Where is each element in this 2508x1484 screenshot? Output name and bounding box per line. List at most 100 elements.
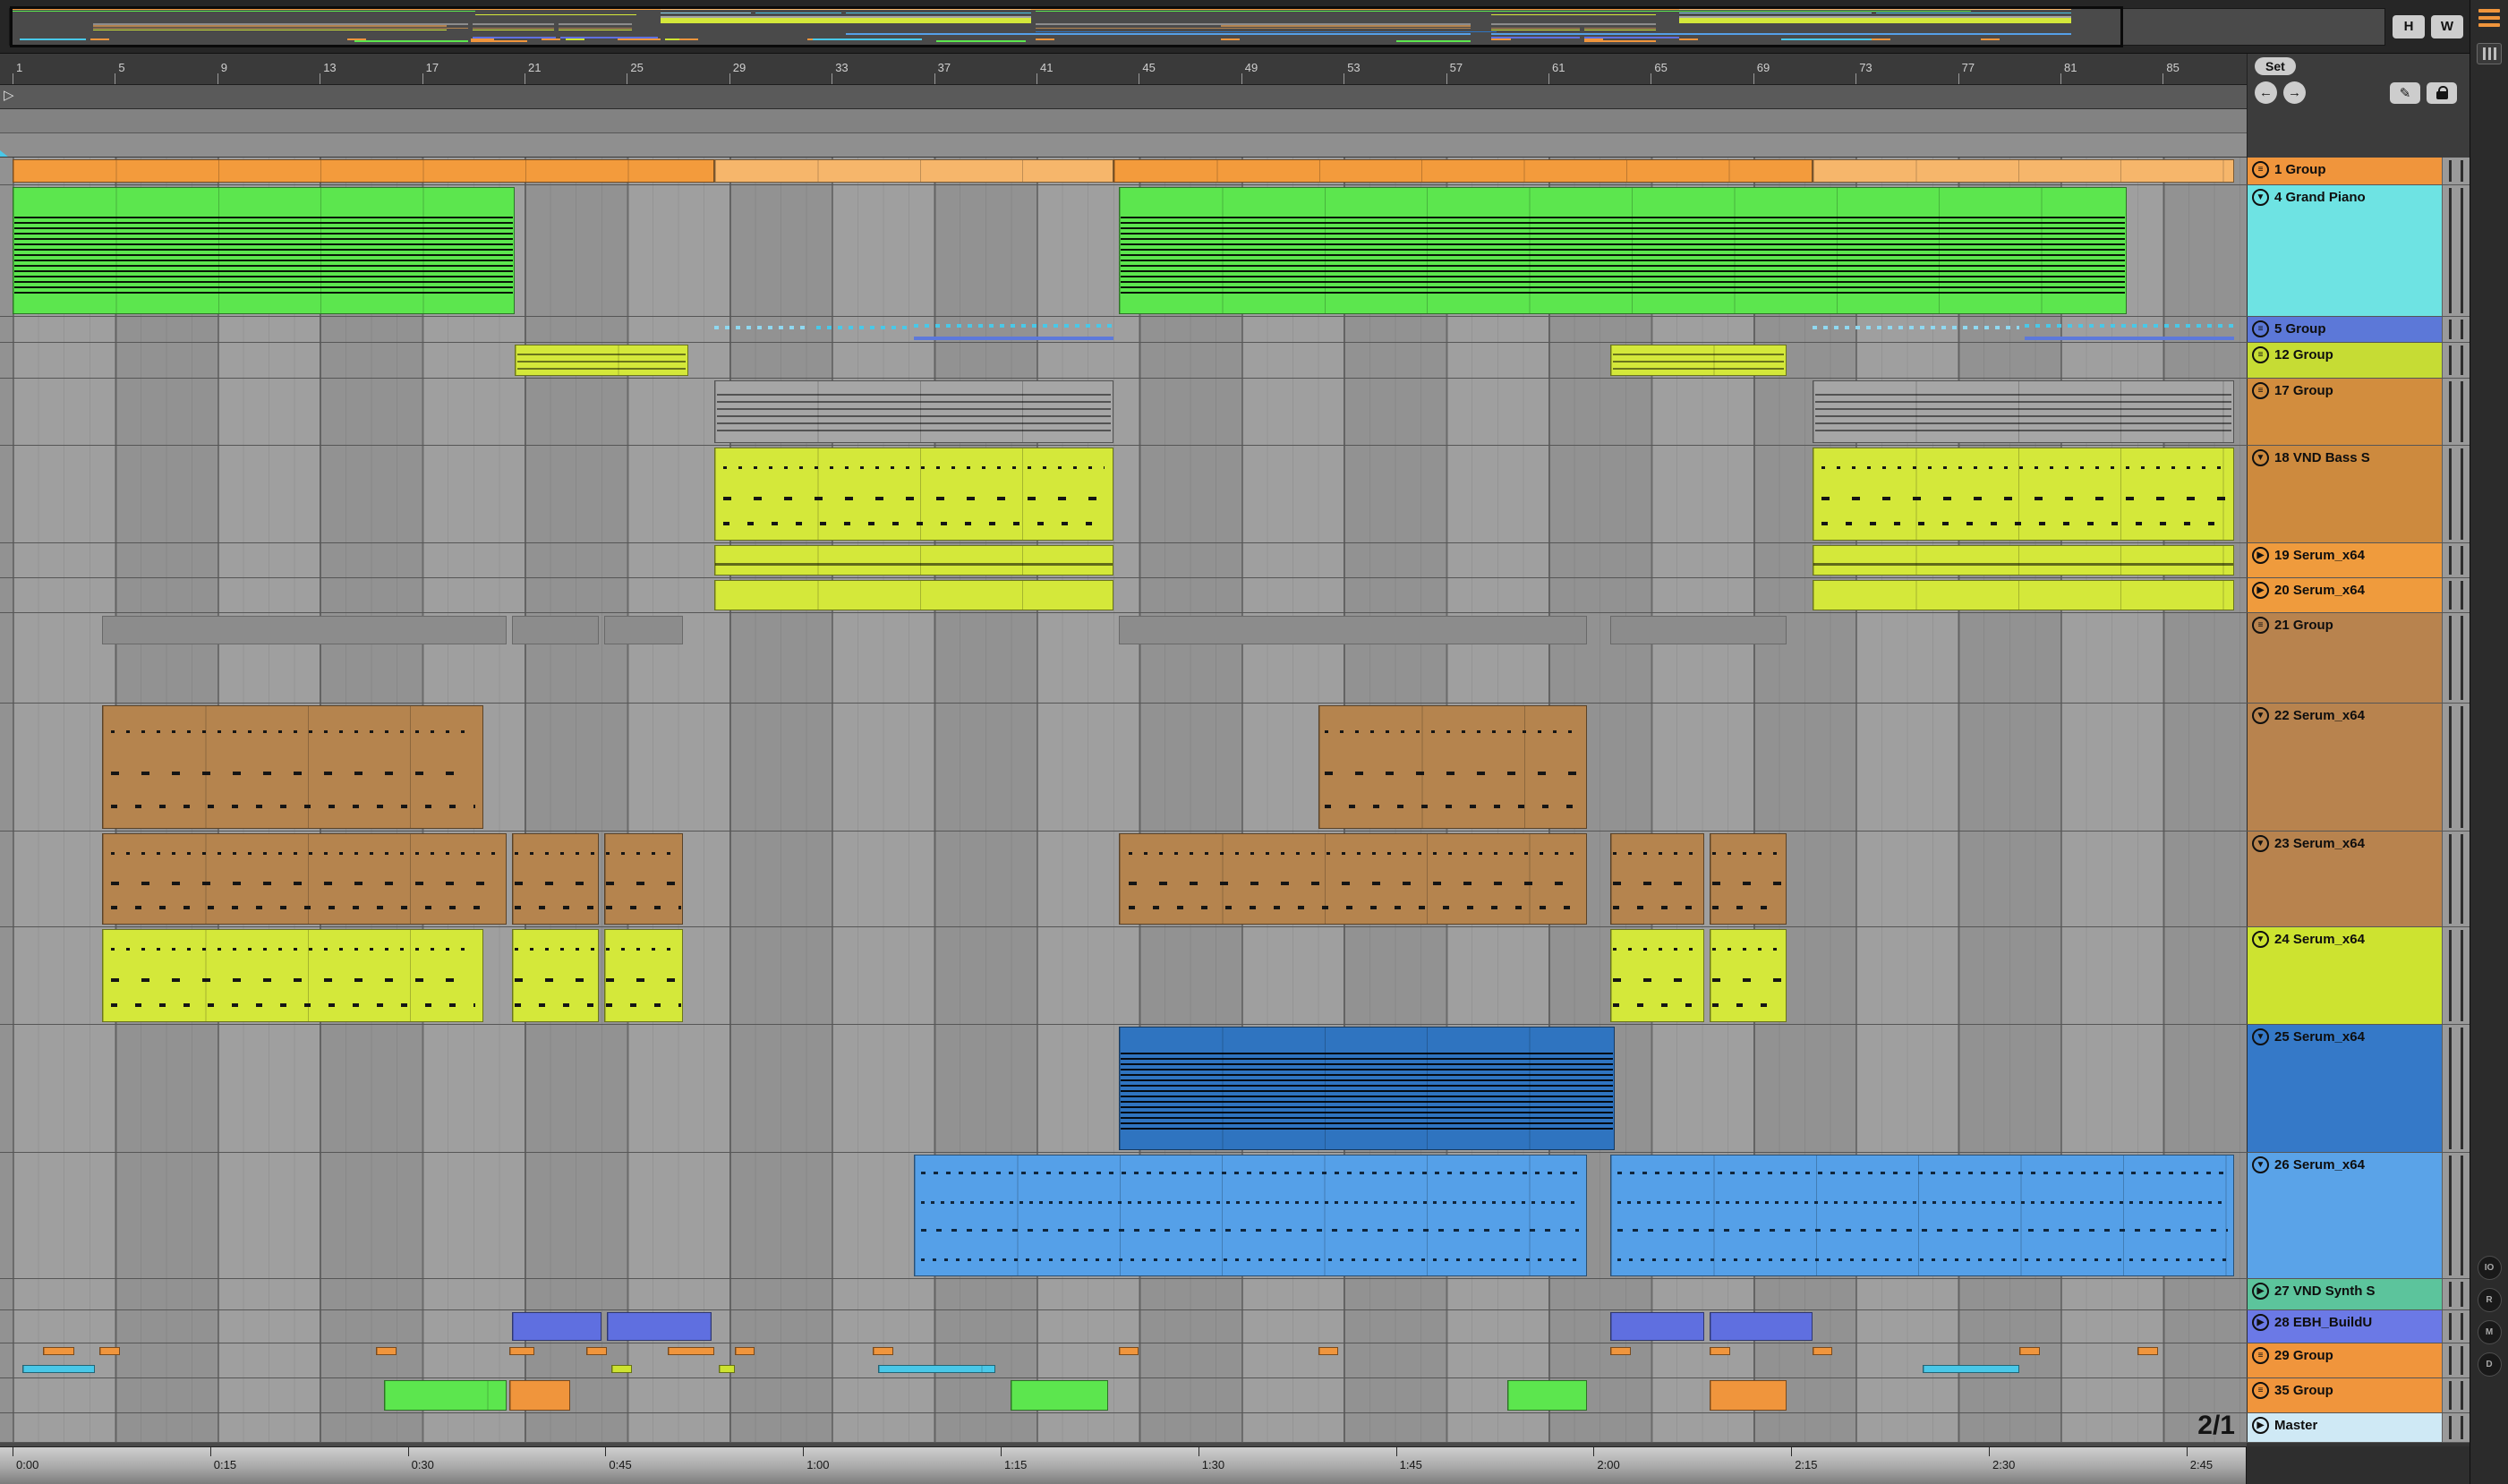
- set-button[interactable]: Set: [2255, 57, 2296, 75]
- arrow-icon[interactable]: ▼: [2252, 835, 2269, 852]
- lane-master[interactable]: [0, 1413, 2247, 1442]
- clip[interactable]: [1118, 616, 1587, 644]
- clip[interactable]: [713, 545, 1113, 576]
- lane-1-group[interactable]: [0, 158, 2247, 184]
- height-zoom-button[interactable]: H: [2393, 14, 2425, 38]
- fold-icon[interactable]: ≡: [2252, 382, 2269, 399]
- clip[interactable]: [877, 1365, 996, 1373]
- lane-21-group[interactable]: [0, 613, 2247, 703]
- clip[interactable]: [1118, 1027, 1616, 1150]
- lane-28-ebh-buildu[interactable]: [0, 1310, 2247, 1343]
- play-icon[interactable]: ▶: [2252, 1417, 2269, 1434]
- play-icon[interactable]: ▶: [2252, 547, 2269, 564]
- lane-20-serum-x64[interactable]: [0, 578, 2247, 612]
- clip[interactable]: [43, 1347, 74, 1355]
- clip[interactable]: [1812, 1347, 1833, 1355]
- clip[interactable]: [511, 833, 599, 925]
- clip[interactable]: [1609, 833, 1705, 925]
- track-header-17-group[interactable]: ≡ 17 Group: [2247, 379, 2442, 445]
- arrangement-overview[interactable]: [9, 5, 2385, 47]
- lane-22-serum-x64[interactable]: [0, 704, 2247, 831]
- clip[interactable]: [2137, 1347, 2158, 1355]
- clip[interactable]: [713, 380, 1113, 443]
- clip[interactable]: [22, 1365, 95, 1373]
- clip[interactable]: [102, 616, 507, 644]
- lane-19-serum-x64[interactable]: [0, 543, 2247, 577]
- clip[interactable]: [1609, 345, 1787, 376]
- clip[interactable]: [1710, 833, 1787, 925]
- play-icon[interactable]: ▶: [2252, 1314, 2269, 1331]
- clip[interactable]: [713, 448, 1113, 541]
- lane-24-serum-x64[interactable]: [0, 927, 2247, 1024]
- lane-5-group[interactable]: [0, 317, 2247, 342]
- clip[interactable]: [511, 616, 599, 644]
- arrow-icon[interactable]: ▼: [2252, 707, 2269, 724]
- hamburger-menu-icon[interactable]: [2478, 9, 2500, 27]
- back-arrow-button[interactable]: ←: [2255, 81, 2277, 104]
- track-header-25-serum-x64[interactable]: ▼ 25 Serum_x64: [2247, 1025, 2442, 1152]
- clip[interactable]: [1812, 159, 2235, 183]
- clip[interactable]: [585, 1347, 607, 1355]
- track-header-19-serum-x64[interactable]: ▶ 19 Serum_x64: [2247, 543, 2442, 577]
- track-header-29-group[interactable]: ≡ 29 Group: [2247, 1343, 2442, 1377]
- fold-icon[interactable]: ≡: [2252, 161, 2269, 178]
- width-zoom-button[interactable]: W: [2431, 14, 2463, 38]
- clip[interactable]: [13, 187, 515, 314]
- toggle-m-button[interactable]: M: [2477, 1320, 2502, 1344]
- clip[interactable]: [1113, 159, 1813, 183]
- toggle-io-button[interactable]: IO: [2477, 1256, 2502, 1280]
- fold-icon[interactable]: ≡: [2252, 1347, 2269, 1364]
- track-header-24-serum-x64[interactable]: ▼ 24 Serum_x64: [2247, 927, 2442, 1024]
- lane-4-grand-piano[interactable]: [0, 185, 2247, 316]
- clip[interactable]: [668, 1347, 714, 1355]
- clip[interactable]: [1011, 1380, 1109, 1411]
- clip[interactable]: [1609, 929, 1705, 1022]
- clip[interactable]: [719, 1365, 735, 1373]
- track-header-27-vnd-synth-s[interactable]: ▶ 27 VND Synth S: [2247, 1279, 2442, 1309]
- clip[interactable]: [102, 705, 484, 829]
- scrub-area-upper[interactable]: [0, 109, 2247, 133]
- clip[interactable]: [1318, 705, 1587, 829]
- toggle-d-button[interactable]: D: [2477, 1352, 2502, 1377]
- mixer-sections-icon[interactable]: [2477, 43, 2502, 64]
- lane-27-vnd-synth-s[interactable]: [0, 1279, 2247, 1309]
- clip[interactable]: [514, 345, 689, 376]
- clip[interactable]: [383, 1380, 507, 1411]
- clip[interactable]: [913, 1155, 1587, 1276]
- lane-17-group[interactable]: [0, 379, 2247, 445]
- clip[interactable]: [508, 1380, 571, 1411]
- clip[interactable]: [1710, 1312, 1813, 1341]
- lane-26-serum-x64[interactable]: [0, 1153, 2247, 1278]
- track-header-28-ebh-buildu[interactable]: ▶ 28 EBH_BuildU: [2247, 1310, 2442, 1343]
- clip[interactable]: [1609, 616, 1787, 644]
- forward-arrow-button[interactable]: →: [2283, 81, 2306, 104]
- lane-23-serum-x64[interactable]: [0, 832, 2247, 926]
- fold-icon[interactable]: ≡: [2252, 1382, 2269, 1399]
- track-header-1-group[interactable]: ≡ 1 Group: [2247, 158, 2442, 184]
- lane-12-group[interactable]: [0, 343, 2247, 378]
- clip[interactable]: [1507, 1380, 1587, 1411]
- clip[interactable]: [1118, 833, 1587, 925]
- clip[interactable]: [1118, 1347, 1139, 1355]
- track-header-12-group[interactable]: ≡ 12 Group: [2247, 343, 2442, 378]
- clip[interactable]: [611, 1365, 633, 1373]
- clip[interactable]: [1710, 929, 1787, 1022]
- clip[interactable]: [1609, 1312, 1705, 1341]
- track-header-26-serum-x64[interactable]: ▼ 26 Serum_x64: [2247, 1153, 2442, 1278]
- clip[interactable]: [1710, 1380, 1787, 1411]
- clip[interactable]: [872, 1347, 893, 1355]
- arrow-icon[interactable]: ▼: [2252, 189, 2269, 206]
- clip[interactable]: [1812, 580, 2235, 610]
- lane-29-group[interactable]: [0, 1343, 2247, 1377]
- toggle-r-button[interactable]: R: [2477, 1288, 2502, 1312]
- arrow-icon[interactable]: ▼: [2252, 1156, 2269, 1173]
- clip[interactable]: [1812, 545, 2235, 576]
- clip[interactable]: [376, 1347, 397, 1355]
- clip[interactable]: [1609, 1347, 1631, 1355]
- play-icon[interactable]: ▶: [2252, 1283, 2269, 1300]
- time-ruler[interactable]: 0:00 0:15 0:30 0:45 1:00 1:15 1:30 1:45 2:00 2:15…: [0, 1446, 2246, 1484]
- scrub-area-lower[interactable]: [0, 133, 2247, 158]
- lane-25-serum-x64[interactable]: [0, 1025, 2247, 1152]
- arrangement-start-marker-icon[interactable]: [0, 150, 8, 157]
- fold-icon[interactable]: ≡: [2252, 346, 2269, 363]
